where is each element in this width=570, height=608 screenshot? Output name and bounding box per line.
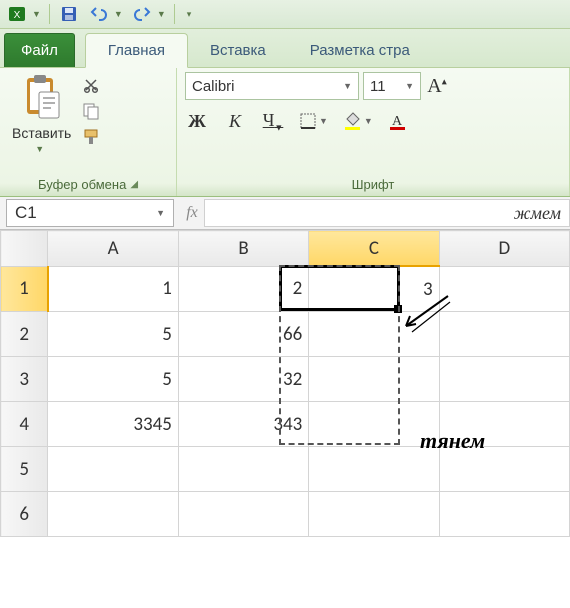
cell-C6[interactable] [309, 492, 439, 537]
cell-C4[interactable] [309, 402, 439, 447]
cell-D1[interactable] [439, 266, 569, 312]
cell-C1[interactable]: 3 [309, 266, 439, 312]
cell-A4[interactable]: 3345 [48, 402, 179, 447]
excel-icon[interactable]: X [6, 3, 28, 25]
row-header-4[interactable]: 4 [1, 402, 48, 447]
group-font-label: Шрифт [352, 177, 395, 192]
tab-insert[interactable]: Вставка [188, 34, 288, 67]
formula-input[interactable]: жмем [204, 199, 570, 227]
font-name-value: Calibri [192, 78, 235, 95]
font-size-combo[interactable]: 11 ▼ [363, 72, 421, 100]
font-color-button[interactable]: A [387, 111, 407, 131]
cell-D6[interactable] [439, 492, 569, 537]
cell-B6[interactable] [178, 492, 308, 537]
borders-icon [299, 112, 317, 130]
undo-icon[interactable] [88, 3, 110, 25]
paste-menu-arrow-icon[interactable]: ▼ [35, 144, 44, 154]
file-tab[interactable]: Файл [4, 33, 75, 67]
redo-icon[interactable] [131, 3, 153, 25]
col-header-A[interactable]: A [48, 231, 179, 267]
worksheet[interactable]: A B C D 1 1 2 3 2 5 66 3 5 32 4 3345 343… [0, 230, 570, 537]
customize-qat-icon[interactable]: ▾ [187, 9, 192, 20]
underline-button[interactable]: Ч▼ [261, 110, 285, 133]
paste-button[interactable]: Вставить ▼ [8, 72, 75, 156]
scissors-icon [82, 76, 100, 94]
col-header-D[interactable]: D [439, 231, 569, 267]
cell-A5[interactable] [48, 447, 179, 492]
grid-table: A B C D 1 1 2 3 2 5 66 3 5 32 4 3345 343… [0, 230, 570, 537]
chevron-down-icon: ▼ [364, 116, 373, 126]
quick-access-toolbar: X ▼ ▼ ▼ ▾ [0, 0, 570, 29]
font-size-value: 11 [370, 78, 386, 95]
cut-button[interactable] [81, 76, 101, 94]
group-clipboard-label: Буфер обмена [38, 177, 126, 192]
cell-A1[interactable]: 1 [48, 266, 179, 312]
col-header-C[interactable]: C [309, 231, 439, 267]
chevron-down-icon: ▼ [343, 81, 352, 91]
cell-B5[interactable] [178, 447, 308, 492]
formula-bar: C1 ▼ fx жмем [0, 197, 570, 230]
tab-page-layout[interactable]: Разметка стра [288, 34, 432, 67]
annotation-text: жмем [514, 203, 561, 224]
fx-icon[interactable]: fx [180, 204, 204, 222]
ribbon: Вставить ▼ Буфер обмена ◢ [0, 68, 570, 197]
bucket-icon [342, 111, 362, 131]
cell-D5[interactable] [439, 447, 569, 492]
separator [174, 4, 175, 24]
svg-text:X: X [14, 10, 21, 21]
tab-home[interactable]: Главная [85, 33, 188, 68]
chevron-down-icon: ▼ [405, 81, 414, 91]
name-box-value: C1 [15, 203, 37, 223]
cell-D4[interactable] [439, 402, 569, 447]
row-header-6[interactable]: 6 [1, 492, 48, 537]
cell-C5[interactable] [309, 447, 439, 492]
group-clipboard: Вставить ▼ Буфер обмена ◢ [0, 68, 177, 196]
chevron-down-icon: ▼ [156, 208, 165, 218]
save-icon[interactable] [58, 3, 80, 25]
cell-D3[interactable] [439, 357, 569, 402]
cell-C3[interactable] [309, 357, 439, 402]
fill-color-button[interactable]: ▼ [342, 111, 373, 131]
select-all-corner[interactable] [1, 231, 48, 267]
font-color-icon: A [387, 111, 407, 131]
app-menu-arrow-icon[interactable]: ▼ [32, 9, 41, 19]
ribbon-tabs: Файл Главная Вставка Разметка стра [0, 29, 570, 68]
redo-menu-arrow-icon[interactable]: ▼ [157, 9, 166, 19]
format-painter-button[interactable] [81, 128, 101, 146]
brush-icon [82, 128, 100, 146]
borders-button[interactable]: ▼ [299, 112, 328, 130]
cell-B3[interactable]: 32 [178, 357, 308, 402]
col-header-B[interactable]: B [178, 231, 308, 267]
bold-button[interactable]: Ж [185, 111, 209, 132]
row-header-1[interactable]: 1 [1, 266, 48, 312]
cell-B2[interactable]: 66 [178, 312, 308, 357]
svg-text:A: A [392, 114, 403, 129]
clipboard-icon [21, 74, 63, 122]
italic-button[interactable]: К [223, 111, 247, 132]
cell-A6[interactable] [48, 492, 179, 537]
cell-A2[interactable]: 5 [48, 312, 179, 357]
separator [49, 4, 50, 24]
copy-icon [82, 102, 100, 120]
clipboard-launcher-icon[interactable]: ◢ [130, 179, 138, 190]
row-header-5[interactable]: 5 [1, 447, 48, 492]
group-font: Calibri ▼ 11 ▼ A▴ Ж К Ч▼ ▼ [177, 68, 570, 196]
chevron-down-icon: ▼ [319, 116, 328, 126]
name-box[interactable]: C1 ▼ [6, 199, 174, 227]
cell-A3[interactable]: 5 [48, 357, 179, 402]
row-header-2[interactable]: 2 [1, 312, 48, 357]
underline-label: Ч [263, 110, 275, 130]
cell-C2[interactable] [309, 312, 439, 357]
paste-label: Вставить [12, 125, 71, 141]
cell-D2[interactable] [439, 312, 569, 357]
grow-font-button[interactable]: A▴ [425, 75, 449, 98]
cell-B4[interactable]: 343 [178, 402, 308, 447]
copy-button[interactable] [81, 102, 101, 120]
cell-B1[interactable]: 2 [178, 266, 308, 312]
font-name-combo[interactable]: Calibri ▼ [185, 72, 359, 100]
row-header-3[interactable]: 3 [1, 357, 48, 402]
undo-menu-arrow-icon[interactable]: ▼ [114, 9, 123, 19]
